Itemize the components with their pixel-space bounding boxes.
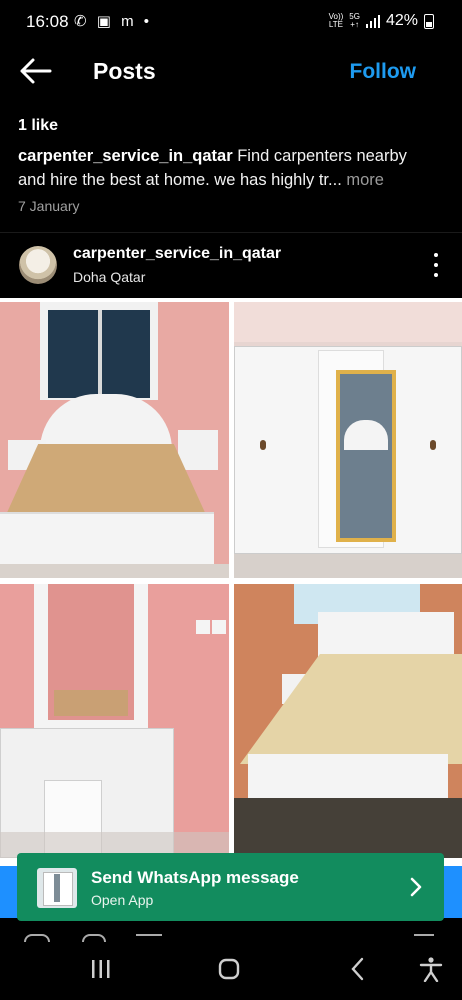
avatar[interactable] [19,246,57,284]
caption-ellipsis: ... [328,171,342,189]
post-photo-grid [0,298,462,868]
network-5g-icon: 5G +↑ [349,12,360,29]
chevron-right-icon[interactable] [410,877,422,897]
more-link[interactable]: more [342,171,384,189]
post-author-row: carpenter_service_in_qatar Doha Qatar [0,232,462,299]
whatsapp-banner-subtitle: Open App [91,892,154,908]
follow-button[interactable]: Follow [350,60,417,84]
home-icon[interactable] [216,956,242,982]
back-icon[interactable] [346,956,372,982]
arrow-left-icon[interactable] [18,56,52,86]
whatsapp-banner[interactable]: Send WhatsApp message Open App [17,853,444,921]
caption-username[interactable]: carpenter_service_in_qatar [18,147,233,165]
wardrobe-thumbnail [37,868,77,908]
notification-icons: ✆ ▣ m • [74,13,152,30]
page-title: Posts [93,58,156,84]
post-caption: carpenter_service_in_qatar Find carpente… [18,144,438,192]
recent-apps-icon[interactable] [88,956,114,982]
signal-icon [365,14,380,28]
accessibility-icon[interactable] [418,956,444,982]
status-bar: 16:08 ✆ ▣ m • Vo)) LTE 5G +↑ 42% [0,0,462,44]
more-options-icon[interactable] [432,253,440,277]
post-date: 7 January [18,198,80,214]
battery-percent: 42% [385,12,418,29]
volte-icon: Vo)) LTE [328,12,344,29]
photo-bed[interactable] [0,302,229,578]
app-header: Posts Follow [0,44,462,100]
status-time: 16:08 [26,12,69,31]
photo-bed-mattress[interactable] [234,584,462,858]
photo-wardrobe[interactable] [234,302,462,578]
battery-icon [424,13,434,29]
photo-dressing-table[interactable] [0,584,229,858]
post-actions-partial [0,928,462,942]
status-right: Vo)) LTE 5G +↑ 42% [329,12,434,30]
likes-count[interactable]: 1 like [18,117,58,135]
system-navigation-bar [0,940,462,1000]
author-location[interactable]: Doha Qatar [73,269,145,285]
whatsapp-banner-title: Send WhatsApp message [91,868,299,887]
author-username[interactable]: carpenter_service_in_qatar [73,245,281,263]
